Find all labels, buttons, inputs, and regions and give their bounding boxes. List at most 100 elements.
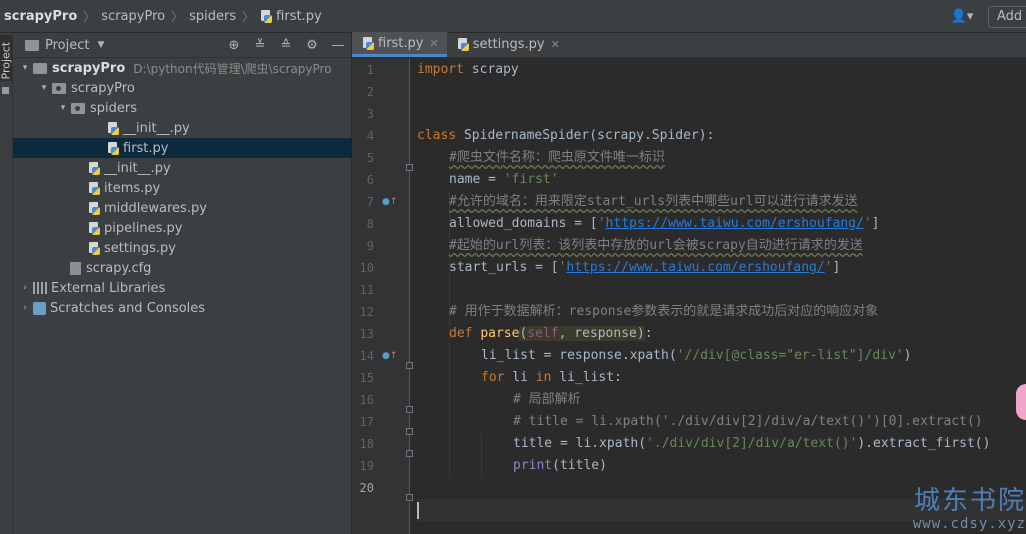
editor-tabs: first.py ✕ settings.py ✕: [352, 32, 1026, 58]
project-tool-tab-label: Project: [0, 41, 13, 80]
tree-item[interactable]: pipelines.py: [13, 218, 352, 238]
collapse-all-icon[interactable]: ≙: [273, 38, 299, 53]
project-panel: Project ▼ ⊕ ≚ ≙ ⚙ — ▾ scrapyPro D:\python代…: [13, 33, 352, 534]
tab-settings-py[interactable]: settings.py ✕: [447, 32, 568, 57]
tree-item[interactable]: __init__.py: [13, 158, 352, 178]
tab-first-py[interactable]: first.py ✕: [352, 32, 447, 57]
line-number: 5: [366, 151, 374, 165]
expand-arrow-icon[interactable]: ›: [19, 303, 31, 313]
navigation-bar: scrapyPro 〉 scrapyPro 〉 spiders 〉 first.…: [0, 0, 1026, 33]
tree-item[interactable]: items.py: [13, 178, 352, 198]
project-panel-title[interactable]: Project: [45, 38, 89, 53]
code-editor: first.py ✕ settings.py ✕ ●↑ ●↑ 123456789…: [352, 32, 1026, 534]
line-number: 13: [359, 327, 374, 341]
line-number: 20: [359, 481, 374, 495]
tree-item-label: items.py: [104, 180, 161, 196]
code-line-10: start_urls = ['https://www.taiwu.com/ers…: [449, 260, 841, 275]
tree-item[interactable]: ▾ scrapyPro D:\python代码管理\爬虫\scrapyPro: [13, 58, 352, 78]
project-tool-tab[interactable]: Project: [0, 35, 13, 81]
project-tree: ▾ scrapyPro D:\python代码管理\爬虫\scrapyPro ▾ scr…: [13, 58, 352, 318]
chevron-down-icon[interactable]: ▼: [97, 40, 104, 50]
code-line-17: # title = li.xpath('./div/div[2]/div/a/t…: [513, 414, 983, 429]
expand-arrow-icon[interactable]: ▾: [38, 83, 50, 93]
chevron-right-icon: 〉: [83, 10, 96, 24]
tool-window-strip: Project: [0, 33, 13, 534]
line-number: 12: [359, 305, 374, 319]
fold-marker-icon[interactable]: [406, 450, 413, 457]
python-file-icon: [88, 181, 100, 195]
fold-marker-icon[interactable]: [406, 494, 413, 501]
code-line-13: def parse(self, response):: [449, 326, 653, 341]
fold-marker-icon[interactable]: [406, 164, 413, 171]
breadcrumb-package[interactable]: scrapyPro: [101, 9, 165, 24]
tree-item[interactable]: first.py: [13, 138, 352, 158]
hide-panel-icon[interactable]: —: [325, 38, 351, 53]
tree-item[interactable]: settings.py: [13, 238, 352, 258]
line-number: 9: [366, 239, 374, 253]
line-number: 15: [359, 371, 374, 385]
line-number: 8: [366, 217, 374, 231]
expand-arrow-icon[interactable]: ▾: [19, 63, 31, 73]
override-marker-icon[interactable]: ●↑: [382, 345, 397, 367]
fold-marker-icon[interactable]: [406, 362, 413, 369]
tree-item-label: scrapyPro: [71, 80, 135, 96]
tree-item[interactable]: › External Libraries: [13, 278, 352, 298]
tree-item[interactable]: ▾ spiders: [13, 98, 352, 118]
line-number: 2: [366, 85, 374, 99]
line-number: 7: [366, 195, 374, 209]
package-icon: [52, 82, 66, 94]
breadcrumb-spiders[interactable]: spiders: [189, 9, 236, 24]
code-line-12: # 用作于数据解析：response参数表示的就是请求成功后对应的响应对象: [449, 304, 879, 319]
structure-icon[interactable]: [2, 87, 9, 94]
tree-item[interactable]: middlewares.py: [13, 198, 352, 218]
python-file-icon: [88, 221, 100, 235]
url-link[interactable]: https://www.taiwu.com/ershoufang/: [566, 260, 824, 275]
locate-file-icon[interactable]: ⊕: [221, 38, 247, 53]
tree-item[interactable]: › Scratches and Consoles: [13, 298, 352, 318]
code-line-7: #允许的域名：用来限定start_urls列表中哪些url可以进行请求发送: [449, 194, 858, 209]
expand-all-icon[interactable]: ≚: [247, 38, 273, 53]
code-line-5: #爬虫文件名称：爬虫原文件唯一标识: [449, 150, 665, 165]
url-link[interactable]: https://www.taiwu.com/ershoufang/: [606, 216, 864, 231]
tree-item-label: scrapyPro: [52, 60, 126, 76]
line-number: 1: [366, 63, 374, 77]
breadcrumb-file[interactable]: first.py: [260, 9, 322, 24]
add-configuration-button[interactable]: Add C: [988, 5, 1026, 28]
python-file-icon: [88, 241, 100, 255]
tree-item-label: spiders: [90, 100, 138, 116]
folder-icon: [33, 62, 47, 74]
decorative-sticker: [1016, 384, 1026, 420]
python-file-icon: [88, 201, 100, 215]
code-line-19: print(title): [513, 458, 607, 473]
expand-arrow-icon[interactable]: ▾: [57, 103, 69, 113]
tree-item[interactable]: __init__.py: [13, 118, 352, 138]
tree-item-label: settings.py: [104, 240, 176, 256]
line-number: 19: [359, 459, 374, 473]
code-area[interactable]: import scrapy class SpidernameSpider(scr…: [417, 59, 1026, 534]
fold-marker-icon[interactable]: [406, 406, 413, 413]
library-icon: [33, 282, 47, 294]
breadcrumb-project[interactable]: scrapyPro: [4, 9, 77, 24]
code-line-4: class SpidernameSpider(scrapy.Spider):: [417, 128, 715, 143]
fold-marker-icon[interactable]: [406, 428, 413, 435]
tree-item-label: scrapy.cfg: [86, 260, 152, 276]
line-number: 3: [366, 107, 374, 121]
tree-item-label: pipelines.py: [104, 220, 183, 236]
close-icon[interactable]: ✕: [551, 38, 560, 51]
code-line-16: # 局部解析: [513, 392, 581, 407]
tree-item-label: __init__.py: [104, 160, 171, 176]
override-marker-icon[interactable]: ●↑: [382, 191, 397, 213]
code-line-6: name = 'first': [449, 172, 559, 187]
line-number: 10: [359, 261, 374, 275]
gear-icon[interactable]: ⚙: [299, 38, 325, 53]
user-account-icon[interactable]: 👤▾: [950, 7, 974, 27]
tree-item[interactable]: scrapy.cfg: [13, 258, 352, 278]
tree-item[interactable]: ▾ scrapyPro: [13, 78, 352, 98]
line-number: 4: [366, 129, 374, 143]
line-number-gutter[interactable]: ●↑ ●↑ 1 2 3 4 5 6 7 8 9 10 11 12 13 14 15 16 17 18 19 20: [352, 59, 413, 534]
tree-item-label: __init__.py: [123, 120, 190, 136]
line-number: 11: [359, 283, 374, 297]
python-file-icon: [457, 38, 469, 51]
expand-arrow-icon[interactable]: ›: [19, 283, 31, 293]
close-icon[interactable]: ✕: [429, 37, 438, 50]
